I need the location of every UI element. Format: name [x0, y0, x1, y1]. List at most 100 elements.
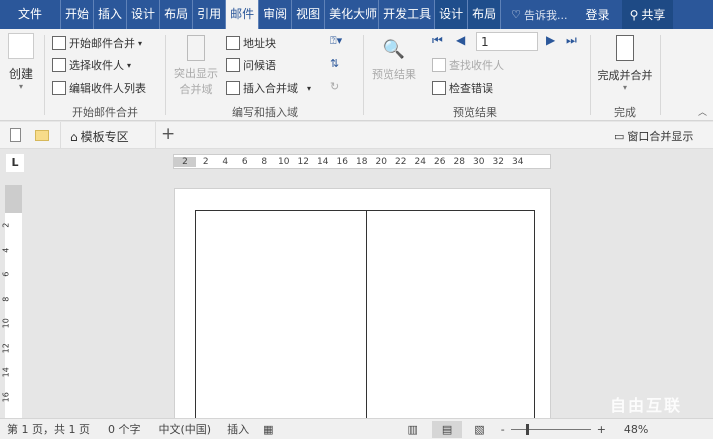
insert-merge-field-button[interactable]: 插入合并域 ▾ — [226, 80, 311, 96]
document-icon — [187, 35, 205, 61]
tab-view[interactable]: 视图 — [292, 0, 326, 29]
tab-table-layout[interactable]: 布局 — [468, 0, 502, 29]
first-record-icon[interactable]: ⏮ — [432, 33, 443, 48]
select-recipients-button[interactable]: 选择收件人 ▾ — [52, 57, 131, 73]
ruler-tick-label: 2 — [202, 156, 209, 167]
preview-abc-icon: 🔍 — [382, 39, 406, 60]
ruler-tick-label: 14 — [317, 156, 329, 167]
login-button[interactable]: 登录 — [586, 6, 610, 23]
user-icon: ⚲ — [629, 7, 639, 22]
ruler-tick-label: 20 — [375, 156, 387, 167]
ruler-tick-label: 2 — [1, 222, 11, 228]
table[interactable] — [195, 210, 535, 426]
tab-file[interactable]: 文件 — [0, 0, 62, 29]
new-document-icon[interactable] — [10, 128, 21, 142]
record-number-input[interactable]: 1 — [476, 32, 538, 51]
address-icon — [226, 36, 240, 50]
tab-review[interactable]: 审阅 — [259, 0, 293, 29]
edit-list-icon — [52, 81, 66, 95]
rules-icon[interactable]: ⍰▾ — [330, 34, 342, 48]
page-count[interactable]: 第 1 页，共 1 页 — [7, 421, 90, 437]
ruler-tick-label: 4 — [222, 156, 229, 167]
language[interactable]: 中文(中国) — [158, 421, 211, 437]
tab-references[interactable]: 引用 — [193, 0, 227, 29]
tab-table-design[interactable]: 设计 — [435, 0, 469, 29]
macro-icon[interactable]: ▦ — [263, 423, 273, 436]
tab-selector[interactable]: L — [6, 154, 24, 172]
ruler-tick-label: 16 — [336, 156, 348, 167]
next-record-icon[interactable]: ▶ — [546, 33, 555, 47]
last-record-icon[interactable]: ⏭ — [566, 33, 577, 48]
ribbon-tabs: 文件 开始 插入 设计 布局 引用 邮件 审阅 视图 美化大师 开发工具 设计 … — [0, 0, 713, 29]
ruler-tick-label: 28 — [453, 156, 465, 167]
home-icon: ⌂ — [70, 129, 78, 144]
collapse-ribbon-icon[interactable]: ︿ — [698, 105, 707, 118]
vertical-ruler[interactable]: 2 4 6 8 10 12 14 16 — [1, 185, 22, 418]
ruler-tick-label: 2 — [174, 156, 196, 167]
web-layout-icon[interactable]: ▧ — [474, 423, 484, 436]
field-icon — [226, 81, 240, 95]
tab-developer[interactable]: 开发工具 — [379, 0, 436, 29]
greeting-line-button[interactable]: 问候语 — [226, 57, 276, 73]
tell-me-box[interactable]: ♡ 告诉我... — [511, 7, 567, 23]
insert-mode[interactable]: 插入 — [227, 421, 249, 437]
horizontal-ruler[interactable]: 2 2 4 6 8 10 12 14 16 18 20 22 24 26 28 30 32 34 — [173, 154, 551, 169]
envelope-icon — [8, 33, 34, 59]
tab-layout[interactable]: 布局 — [160, 0, 194, 29]
word-count[interactable]: 0 个字 — [108, 421, 141, 437]
tab-beautify[interactable]: 美化大师 — [325, 0, 380, 29]
ruler-tick-label: 12 — [1, 342, 11, 353]
read-mode-icon[interactable]: ▥ — [407, 423, 417, 436]
ruler-tick-label: 16 — [1, 391, 11, 402]
ruler-tick-label: 4 — [1, 247, 11, 253]
match-fields-icon[interactable]: ⇅ — [330, 57, 339, 70]
window-merge-button[interactable]: ▭ 窗口合并显示 — [614, 128, 693, 144]
ruler-tick-label: 26 — [434, 156, 446, 167]
create-button[interactable]: 创建 ▾ — [7, 33, 35, 91]
watermark-logo: 自由互联 — [610, 396, 683, 415]
tab-home[interactable]: 开始 — [61, 0, 95, 29]
window-icon: ▭ — [614, 129, 625, 143]
start-mail-merge-button[interactable]: 开始邮件合并 ▾ — [52, 35, 142, 51]
find-icon — [432, 58, 446, 72]
highlight-merge-fields-button[interactable]: 突出显示 合并域 — [170, 35, 222, 97]
template-zone-tab[interactable]: ⌂ 模板专区 — [70, 128, 129, 145]
share-button[interactable]: ⚲ 共享 — [621, 0, 674, 29]
ribbon: 创建 ▾ 开始邮件合并 ▾ 选择收件人 ▾ 编辑收件人列表 开始邮件合并 突出显示合… — [0, 29, 713, 121]
previous-record-icon[interactable]: ◀ — [456, 33, 465, 47]
ruler-tick-label: 10 — [278, 156, 290, 167]
zoom-out-button[interactable]: - — [501, 423, 505, 436]
status-bar: 第 1 页，共 1 页 0 个字 中文(中国) 插入 ▦ ▥ ▤ ▧ - + 4… — [0, 418, 713, 439]
check-icon — [432, 81, 446, 95]
check-errors-button[interactable]: 检查错误 — [432, 80, 493, 96]
table-column-divider — [366, 211, 367, 426]
add-tab-icon[interactable]: + — [161, 124, 175, 144]
recipients-icon — [52, 58, 66, 72]
ruler-tick-label: 22 — [395, 156, 407, 167]
address-block-button[interactable]: 地址块 — [226, 35, 276, 51]
ruler-tick-label: 6 — [241, 156, 248, 167]
find-recipient-button[interactable]: 查找收件人 — [432, 57, 504, 73]
finish-merge-icon — [616, 35, 634, 61]
zoom-slider[interactable] — [510, 423, 591, 435]
edit-recipient-list-button[interactable]: 编辑收件人列表 — [52, 80, 146, 96]
update-labels-icon[interactable]: ↻ — [330, 80, 339, 93]
zoom-level[interactable]: 48% — [624, 423, 648, 436]
tab-mailings[interactable]: 邮件 — [226, 0, 260, 29]
ruler-tick-label: 8 — [261, 156, 268, 167]
ruler-tick-label: 34 — [512, 156, 524, 167]
ruler-tick-label: 32 — [492, 156, 504, 167]
ruler-tick-label: 30 — [473, 156, 485, 167]
ruler-tick-label: 18 — [356, 156, 368, 167]
preview-results-button[interactable]: 🔍 预览结果 — [366, 39, 422, 82]
tab-insert[interactable]: 插入 — [94, 0, 128, 29]
finish-merge-button[interactable]: 完成并合并 ▾ — [594, 35, 656, 92]
ruler-tick-label: 10 — [1, 318, 11, 329]
print-layout-icon[interactable]: ▤ — [431, 420, 463, 438]
document-tab-bar: ⌂ 模板专区 + ▭ 窗口合并显示 — [0, 122, 713, 149]
ruler-tick-label: 24 — [414, 156, 426, 167]
tab-design[interactable]: 设计 — [127, 0, 161, 29]
zoom-in-button[interactable]: + — [597, 423, 606, 436]
document-page[interactable] — [174, 188, 551, 426]
folder-icon[interactable] — [35, 130, 49, 141]
